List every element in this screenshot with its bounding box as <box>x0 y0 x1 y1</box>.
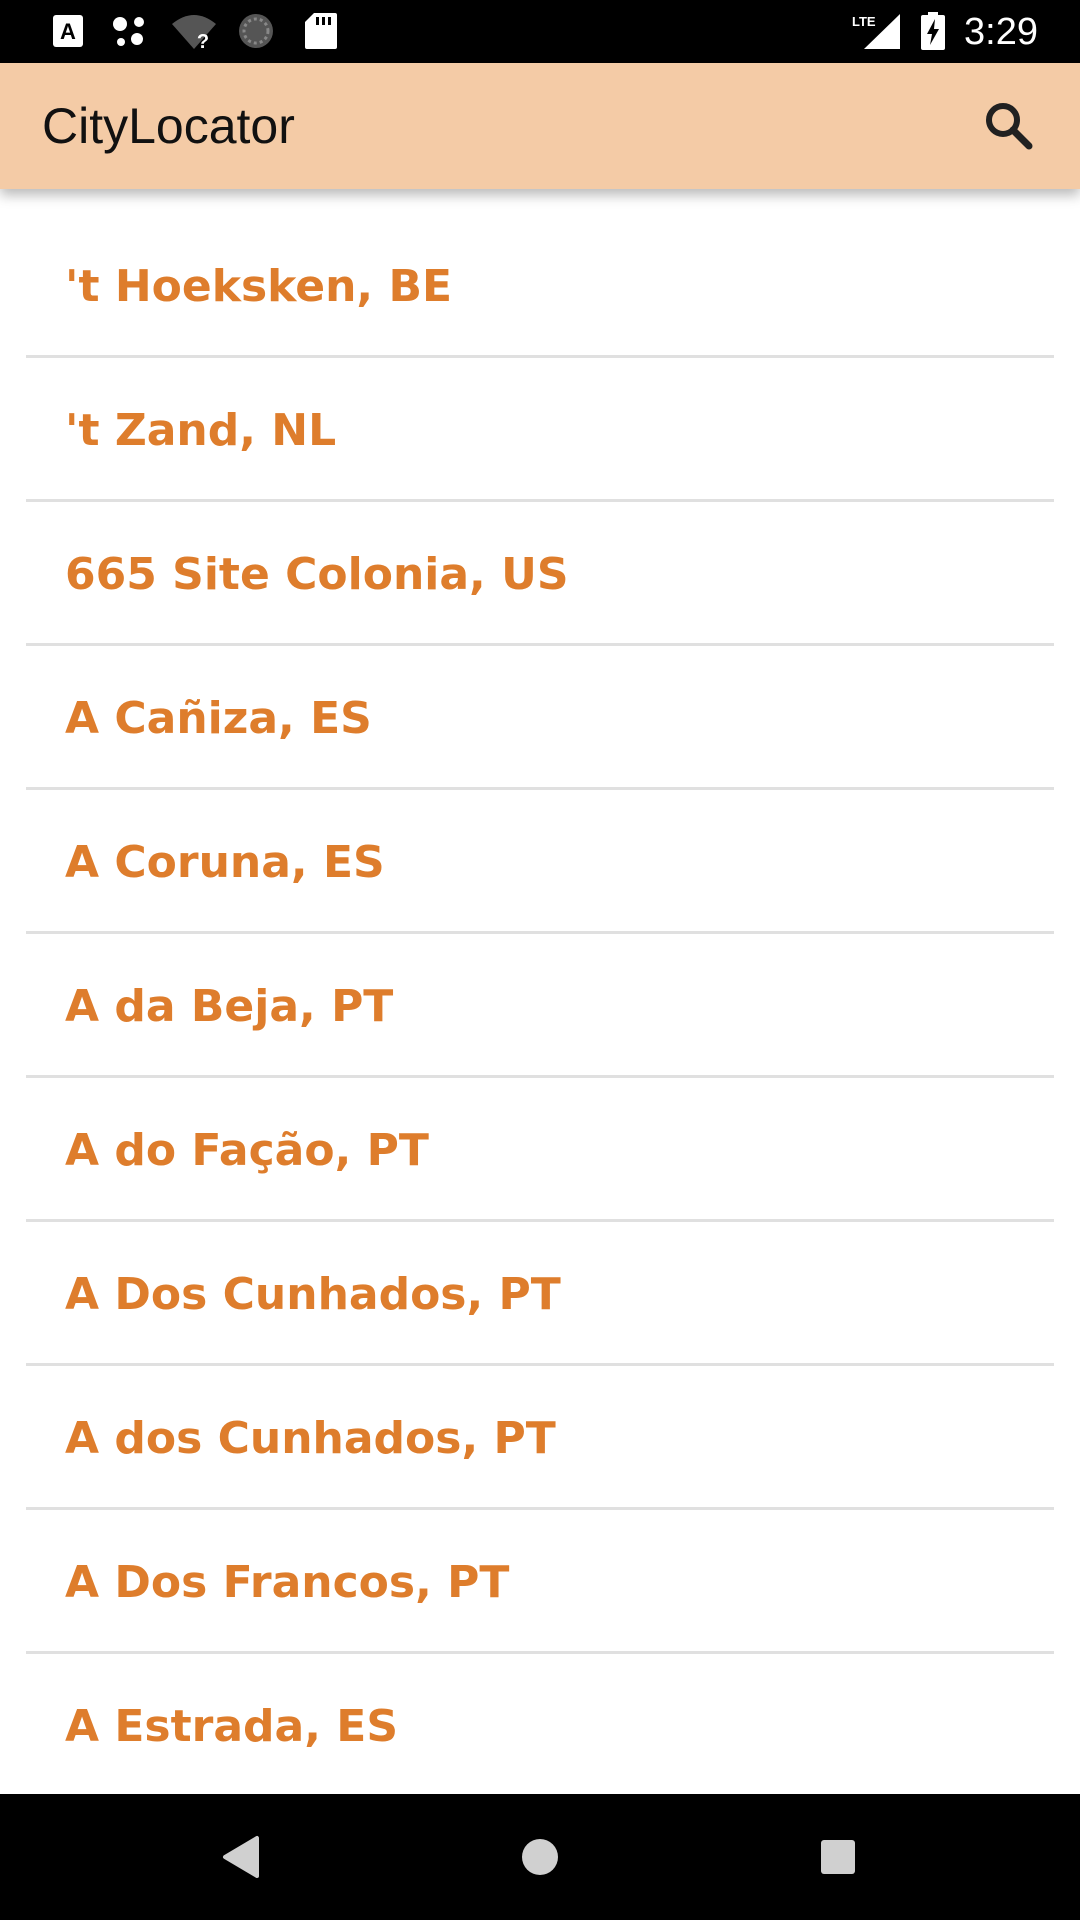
back-button[interactable] <box>209 1824 275 1890</box>
sd-card-icon <box>305 13 337 49</box>
city-list: 't Hoeksken, BE 't Zand, NL 665 Site Col… <box>0 189 1080 1794</box>
city-name: A do Fação, PT <box>65 1125 429 1176</box>
city-name: A da Beja, PT <box>65 981 394 1032</box>
city-list-item[interactable]: 't Hoeksken, BE <box>0 189 1080 358</box>
battery-charging-icon <box>921 12 945 50</box>
lte-signal-icon: LTE <box>852 14 900 49</box>
city-name: A Dos Cunhados, PT <box>65 1269 561 1320</box>
home-circle-icon <box>522 1839 558 1875</box>
city-name: A dos Cunhados, PT <box>65 1413 556 1464</box>
status-time: 3:29 <box>964 11 1038 53</box>
sync-circle-icon <box>239 14 273 48</box>
navigation-bar <box>0 1794 1080 1920</box>
assistant-dots-icon <box>113 17 144 46</box>
city-name: A Dos Francos, PT <box>65 1557 510 1608</box>
city-name: 't Zand, NL <box>65 405 337 456</box>
city-name: A Estrada, ES <box>65 1701 399 1752</box>
search-button[interactable] <box>976 93 1042 159</box>
svg-text:LTE: LTE <box>852 14 876 29</box>
app-bar: CityLocator <box>0 63 1080 189</box>
screen: A ? LTE 3:29 CityLocator 't Hoeksken, BE… <box>0 0 1080 1920</box>
city-list-item[interactable]: 't Zand, NL <box>0 358 1080 502</box>
svg-text:A: A <box>60 19 76 44</box>
city-name: A Coruna, ES <box>65 837 385 888</box>
search-icon <box>986 103 1033 150</box>
city-list-item[interactable]: A Dos Francos, PT <box>0 1510 1080 1654</box>
svg-text:?: ? <box>197 31 209 50</box>
city-list-item[interactable]: 665 Site Colonia, US <box>0 502 1080 646</box>
status-bar: A ? LTE 3:29 <box>0 0 1080 63</box>
city-list-item[interactable]: A Coruna, ES <box>0 790 1080 934</box>
wifi-question-icon: ? <box>172 15 216 50</box>
back-triangle-icon <box>223 1836 259 1878</box>
city-name: A Cañiza, ES <box>65 693 372 744</box>
city-list-item[interactable]: A Cañiza, ES <box>0 646 1080 790</box>
city-name: 't Hoeksken, BE <box>65 261 453 312</box>
home-button[interactable] <box>507 1824 573 1890</box>
city-list-item[interactable]: A Dos Cunhados, PT <box>0 1222 1080 1366</box>
app-title: CityLocator <box>42 98 295 154</box>
recents-square-icon <box>821 1840 855 1874</box>
city-name: 665 Site Colonia, US <box>65 549 569 600</box>
city-list-item[interactable]: A dos Cunhados, PT <box>0 1366 1080 1510</box>
recents-button[interactable] <box>805 1824 871 1890</box>
city-list-item[interactable]: A Estrada, ES <box>0 1654 1080 1794</box>
city-list-item[interactable]: A do Fação, PT <box>0 1078 1080 1222</box>
city-list-item[interactable]: A da Beja, PT <box>0 934 1080 1078</box>
keyboard-a-icon: A <box>53 15 83 47</box>
